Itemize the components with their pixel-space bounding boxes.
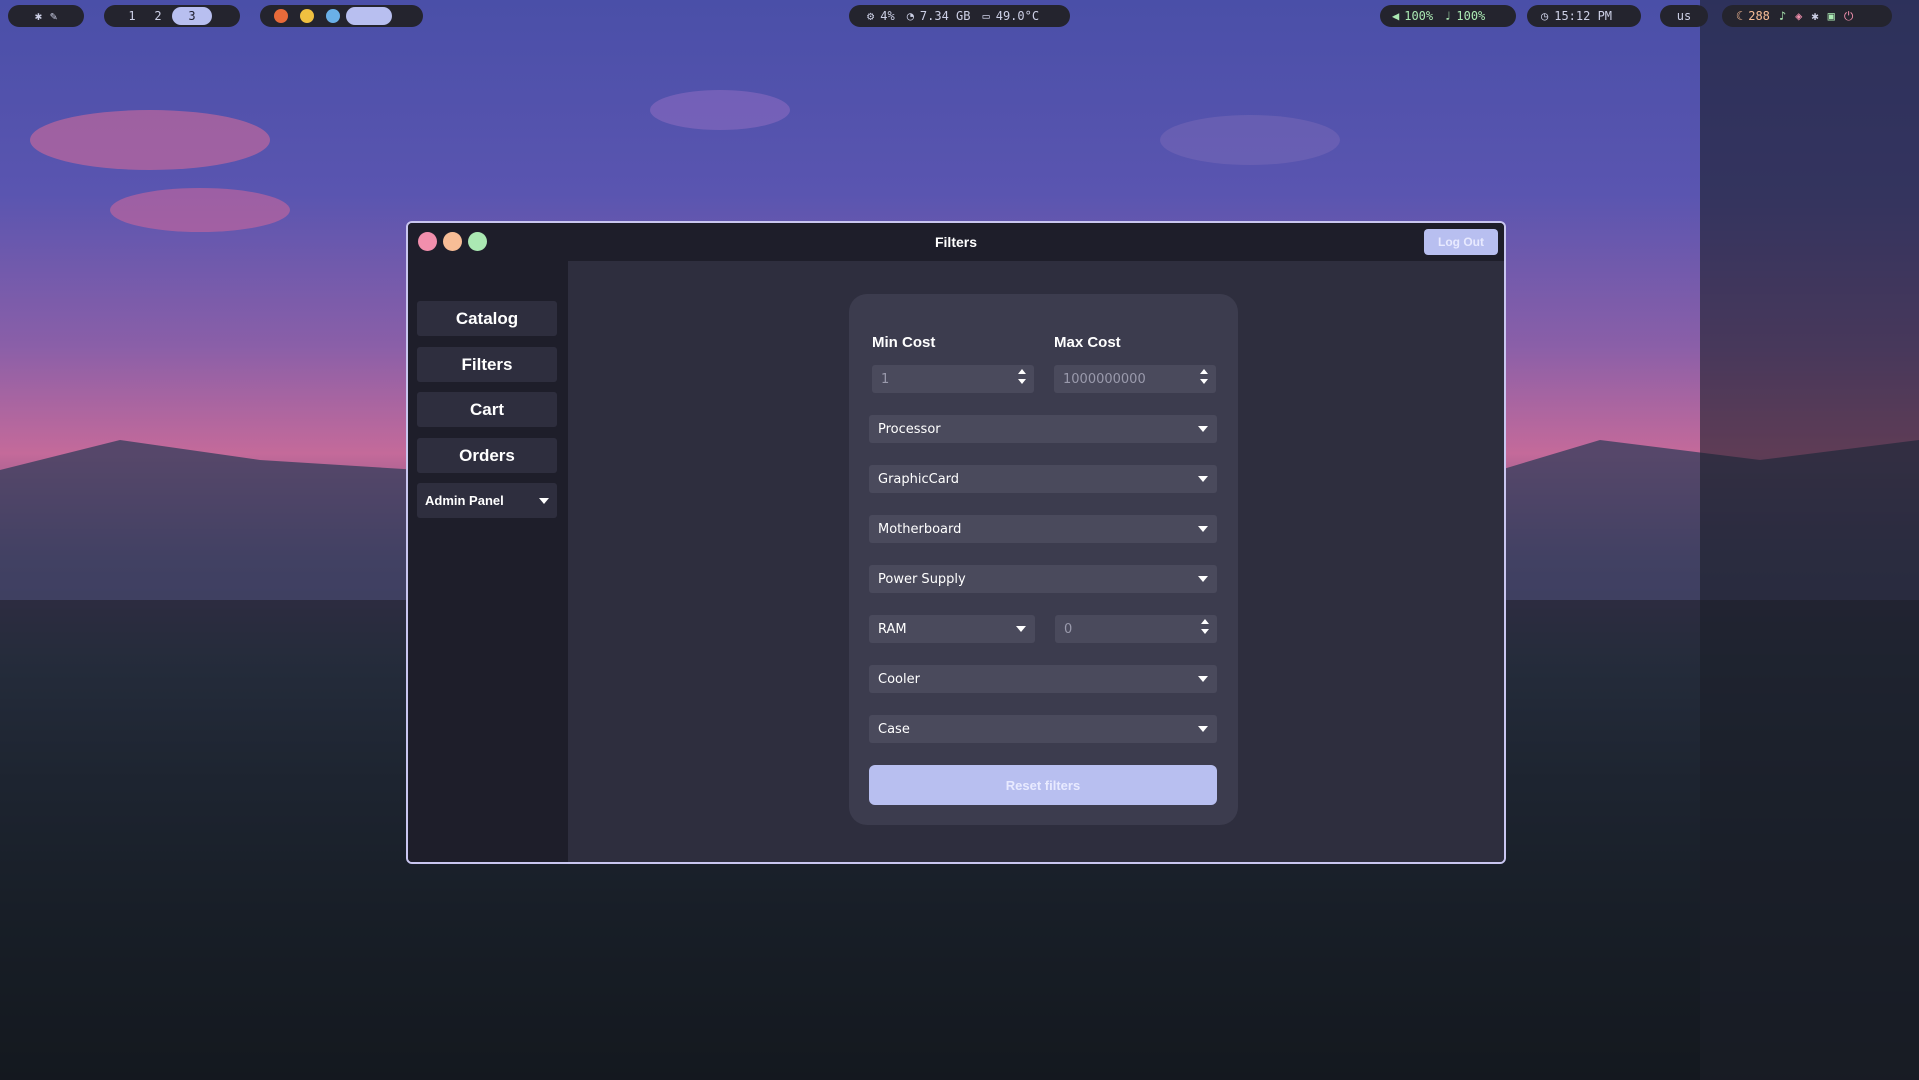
max-cost-input[interactable]: 1000000000 xyxy=(1054,365,1216,393)
case-select[interactable]: Case xyxy=(869,715,1217,743)
chevron-down-icon xyxy=(539,497,549,504)
workspaces: 1 2 3 xyxy=(104,5,240,27)
window-title: Filters xyxy=(934,234,977,250)
increment-icon[interactable] xyxy=(1018,369,1026,374)
cpu-icon: ⚙ xyxy=(867,9,875,23)
tools-icon: ✎ xyxy=(50,9,58,23)
min-cost-value: 1 xyxy=(881,371,890,387)
logout-button[interactable]: Log Out xyxy=(1424,229,1498,255)
filters-window: Filters Log Out Catalog Filters Cart Ord… xyxy=(406,221,1506,864)
workspace-3[interactable]: 3 xyxy=(172,7,212,25)
main-content: Min Cost Max Cost 1 1000000000 Processor… xyxy=(568,261,1504,862)
audio-status[interactable]: ◀ 100% ♩ 100% xyxy=(1380,5,1516,27)
temperature: 49.0°C xyxy=(995,9,1040,23)
motherboard-select-label: Motherboard xyxy=(878,521,962,537)
clock: 15:12 PM xyxy=(1554,9,1613,23)
mic-level: 100% xyxy=(1456,9,1486,23)
volume-icon: ◀ xyxy=(1392,9,1400,23)
chevron-down-icon xyxy=(1198,676,1208,682)
update-count: 288 xyxy=(1748,9,1770,23)
sidebar-item-filters[interactable]: Filters xyxy=(417,347,557,382)
notification-icon[interactable]: ♪ xyxy=(1779,9,1786,23)
ram-quantity-value: 0 xyxy=(1064,621,1073,637)
workspace-1[interactable]: 1 xyxy=(120,7,144,25)
microphone-icon: ♩ xyxy=(1444,9,1452,23)
cooler-select[interactable]: Cooler xyxy=(869,665,1217,693)
chevron-down-icon xyxy=(1198,426,1208,432)
clock-pill: ◷ 15:12 PM xyxy=(1527,5,1641,27)
system-stats: ⚙ 4% ◔ 7.34 GB ▭ 49.0°C xyxy=(849,5,1070,27)
title-bar: Filters Log Out xyxy=(408,223,1504,261)
bluetooth-icon: ✱ xyxy=(34,9,42,23)
workspace-2[interactable]: 2 xyxy=(146,7,170,25)
power-supply-select-label: Power Supply xyxy=(878,571,966,587)
tray-status: ☾ 288 ♪ ◈ ✱ ▣ ⏻ xyxy=(1722,5,1892,27)
chevron-down-icon xyxy=(1198,576,1208,582)
admin-panel-label: Admin Panel xyxy=(425,493,504,508)
cpu-usage: 4% xyxy=(880,9,895,23)
decrement-icon[interactable] xyxy=(1200,379,1208,384)
power-supply-select[interactable]: Power Supply xyxy=(869,565,1217,593)
keyboard-layout-label: us xyxy=(1676,9,1692,23)
ram-select[interactable]: RAM xyxy=(869,615,1035,643)
memory-icon: ◔ xyxy=(906,9,914,23)
filters-panel: Min Cost Max Cost 1 1000000000 Processor… xyxy=(849,294,1238,825)
sun-icon[interactable] xyxy=(300,9,314,23)
sidebar: Catalog Filters Cart Orders Admin Panel xyxy=(408,261,568,862)
volume-level: 100% xyxy=(1404,9,1434,23)
min-cost-label: Min Cost xyxy=(872,334,936,351)
clock-icon: ◷ xyxy=(1541,9,1549,23)
max-cost-label: Max Cost xyxy=(1054,334,1121,351)
minimize-window-button[interactable] xyxy=(443,232,462,251)
ram-select-label: RAM xyxy=(878,621,907,637)
launcher-pill[interactable]: ✱ ✎ xyxy=(8,5,84,27)
chevron-down-icon xyxy=(1198,726,1208,732)
case-select-label: Case xyxy=(878,721,910,737)
processor-select-label: Processor xyxy=(878,421,941,437)
app-tray xyxy=(260,5,423,27)
chevron-down-icon xyxy=(1198,526,1208,532)
increment-icon[interactable] xyxy=(1200,369,1208,374)
min-cost-input[interactable]: 1 xyxy=(872,365,1034,393)
reset-filters-button[interactable]: Reset filters xyxy=(869,765,1217,805)
keyboard-layout[interactable]: us xyxy=(1660,5,1708,27)
memory-usage: 7.34 GB xyxy=(919,9,971,23)
bluetooth-tray-icon[interactable]: ✱ xyxy=(1811,9,1818,23)
graphic-card-select[interactable]: GraphicCard xyxy=(869,465,1217,493)
chevron-down-icon xyxy=(1016,626,1026,632)
window-controls xyxy=(418,232,487,251)
max-cost-value: 1000000000 xyxy=(1063,371,1146,387)
sidebar-item-orders[interactable]: Orders xyxy=(417,438,557,473)
ram-quantity-input[interactable]: 0 xyxy=(1055,615,1217,643)
temperature-icon: ▭ xyxy=(982,9,990,23)
chevron-down-icon xyxy=(1198,476,1208,482)
firefox-icon[interactable] xyxy=(274,9,288,23)
display-icon[interactable]: ▣ xyxy=(1828,9,1835,23)
processor-select[interactable]: Processor xyxy=(869,415,1217,443)
increment-icon[interactable] xyxy=(1201,619,1209,624)
sidebar-item-cart[interactable]: Cart xyxy=(417,392,557,427)
sidebar-item-catalog[interactable]: Catalog xyxy=(417,301,557,336)
update-icon: ☾ xyxy=(1736,9,1744,23)
cooler-select-label: Cooler xyxy=(878,671,920,687)
active-app-icon[interactable] xyxy=(346,7,392,25)
admin-panel-dropdown[interactable]: Admin Panel xyxy=(417,483,557,518)
decrement-icon[interactable] xyxy=(1201,629,1209,634)
power-icon[interactable]: ⏻ xyxy=(1844,9,1854,24)
graphic-card-select-label: GraphicCard xyxy=(878,471,960,487)
telegram-icon[interactable] xyxy=(326,9,340,23)
motherboard-select[interactable]: Motherboard xyxy=(869,515,1217,543)
decrement-icon[interactable] xyxy=(1018,379,1026,384)
close-window-button[interactable] xyxy=(418,232,437,251)
maximize-window-button[interactable] xyxy=(468,232,487,251)
shield-icon[interactable]: ◈ xyxy=(1795,9,1802,23)
